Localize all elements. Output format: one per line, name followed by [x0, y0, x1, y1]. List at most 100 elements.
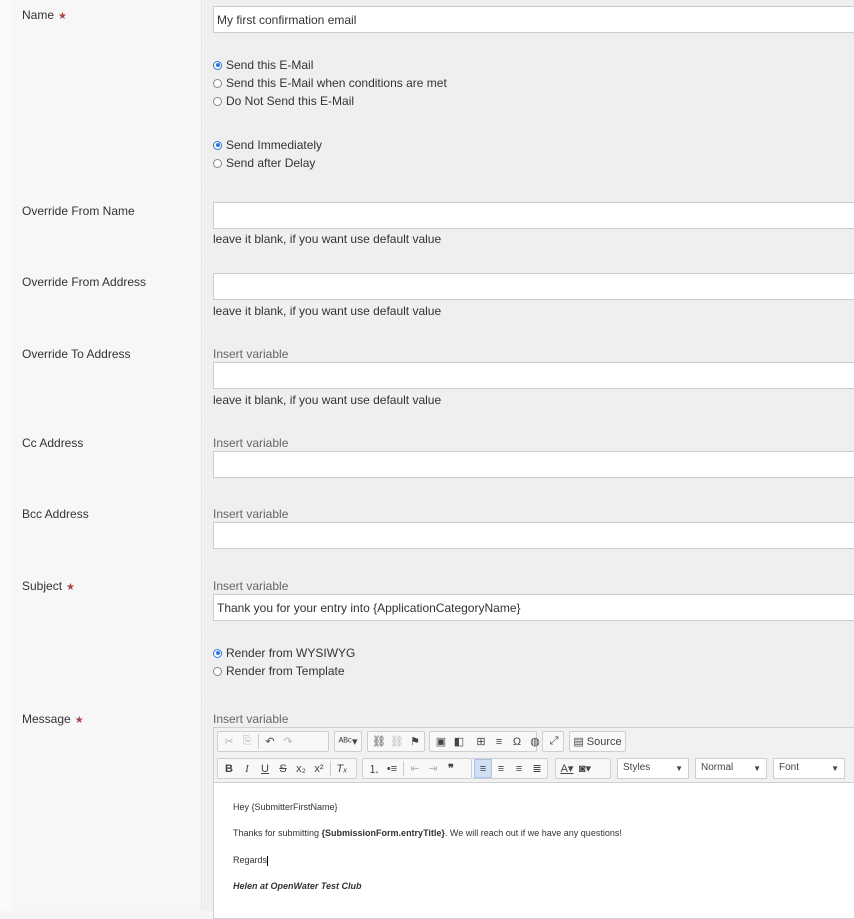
- radio-selected-icon: [213, 60, 222, 70]
- bcc-address-input[interactable]: [213, 522, 854, 549]
- indent-icon[interactable]: ⇥: [424, 759, 442, 778]
- font-dropdown[interactable]: Font ▼: [773, 758, 845, 779]
- unlink-icon[interactable]: ⛓: [388, 732, 406, 751]
- required-marker: ★: [74, 715, 84, 726]
- remove-format-icon[interactable]: Tₓ: [333, 759, 351, 778]
- source-button[interactable]: ▤ Source: [572, 732, 623, 751]
- from-address-label: Override From Address: [12, 260, 202, 332]
- wysiwyg-editor: ✂ ⎘ ↶ ↷ ᴬᴮᶜ▾ ⛓ ⛓ ⚑ ▣ ◧ ⊞ ≡ Ω ◍ ⤢ ▤ Sourc…: [213, 727, 854, 919]
- radio-render-template[interactable]: Render from Template: [213, 664, 345, 678]
- bulleted-list-icon[interactable]: •≡: [383, 759, 401, 778]
- align-center-icon[interactable]: ≡: [492, 759, 510, 778]
- radio-send-conditional[interactable]: Send this E-Mail when conditions are met: [213, 76, 447, 90]
- radio-icon: [213, 96, 222, 106]
- row-subject: Subject ★ Insert variable: [12, 564, 854, 635]
- superscript-icon[interactable]: x²: [310, 759, 328, 778]
- subject-input[interactable]: [213, 594, 854, 621]
- spellcheck-group: ᴬᴮᶜ▾: [334, 731, 362, 752]
- maximize-group: ⤢: [542, 731, 564, 752]
- from-address-input[interactable]: [213, 273, 854, 300]
- align-left-icon[interactable]: ≡: [474, 759, 492, 778]
- align-right-icon[interactable]: ≡: [510, 759, 528, 778]
- to-address-input[interactable]: [213, 362, 854, 389]
- insert-variable-link[interactable]: Insert variable: [213, 579, 288, 593]
- radio-send-email[interactable]: Send this E-Mail: [213, 58, 313, 72]
- maximize-icon[interactable]: ⤢: [545, 732, 563, 751]
- source-icon: ▤: [573, 736, 584, 748]
- radio-send-after-delay[interactable]: Send after Delay: [213, 156, 315, 170]
- insert-variable-link[interactable]: Insert variable: [213, 712, 288, 726]
- radio-icon: [213, 158, 222, 168]
- from-name-help: leave it blank, if you want use default …: [213, 232, 442, 246]
- to-address-help: leave it blank, if you want use default …: [213, 393, 442, 407]
- signature-line: Helen at OpenWater Test Club: [233, 881, 362, 891]
- link-group: ⛓ ⛓ ⚑: [367, 731, 425, 752]
- editor-content[interactable]: Hey {SubmitterFirstName} Thanks for subm…: [214, 784, 854, 918]
- radio-icon: [213, 666, 222, 676]
- color-group: A▾ ◙▾: [555, 758, 611, 779]
- to-address-label: Override To Address: [12, 332, 202, 421]
- row-timing: Send Immediately Send after Delay: [12, 126, 854, 190]
- anchor-flag-icon[interactable]: ⚑: [406, 732, 424, 751]
- subscript-icon[interactable]: x₂: [292, 759, 310, 778]
- radio-render-wysiwyg[interactable]: Render from WYSIWYG: [213, 646, 355, 660]
- render-mode-label: [12, 634, 202, 697]
- table-icon[interactable]: ⊞: [472, 732, 490, 751]
- chevron-down-icon: ▼: [675, 764, 683, 773]
- undo-icon[interactable]: ↶: [261, 732, 279, 751]
- radio-do-not-send[interactable]: Do Not Send this E-Mail: [213, 94, 354, 108]
- required-marker: ★: [66, 582, 75, 593]
- send-mode-label: [12, 46, 202, 126]
- from-name-label: Override From Name: [12, 189, 202, 260]
- row-render-mode: Render from WYSIWYG Render from Template: [12, 634, 854, 698]
- cc-address-input[interactable]: [213, 451, 854, 478]
- format-dropdown[interactable]: Normal ▼: [695, 758, 767, 779]
- underline-icon[interactable]: U: [256, 759, 274, 778]
- strike-icon[interactable]: S: [274, 759, 292, 778]
- horizontal-rule-icon[interactable]: ≡: [490, 732, 508, 751]
- styles-dropdown[interactable]: Styles ▼: [617, 758, 689, 779]
- background-color-icon[interactable]: ◙▾: [576, 759, 594, 778]
- message-label: Message: [22, 712, 71, 726]
- blockquote-icon[interactable]: ❞: [442, 759, 460, 778]
- bold-icon[interactable]: B: [220, 759, 238, 778]
- greeting-line: Hey {SubmitterFirstName}: [233, 802, 338, 812]
- chevron-down-icon: ▼: [753, 764, 761, 773]
- from-address-help: leave it blank, if you want use default …: [213, 304, 442, 318]
- special-char-icon[interactable]: Ω: [508, 732, 526, 751]
- subject-label: Subject: [22, 579, 63, 593]
- justify-icon[interactable]: ≣: [528, 759, 546, 778]
- redo-icon[interactable]: ↷: [279, 732, 297, 751]
- row-send-mode: Send this E-Mail Send this E-Mail when c…: [12, 46, 854, 127]
- timing-label: [12, 126, 202, 189]
- insert-variable-link[interactable]: Insert variable: [213, 347, 288, 361]
- row-cc-address: Cc Address Insert variable: [12, 421, 854, 493]
- regards-line: Regards: [233, 855, 269, 866]
- copy-icon[interactable]: ⎘: [238, 732, 256, 751]
- from-name-input[interactable]: [213, 202, 854, 229]
- text-color-icon[interactable]: A▾: [558, 759, 576, 778]
- subject-label-cell: Subject ★: [12, 564, 202, 634]
- name-input[interactable]: [213, 6, 854, 33]
- message-label-cell: Message ★: [12, 697, 202, 911]
- row-from-name: Override From Name leave it blank, if yo…: [12, 189, 854, 261]
- radio-send-immediately[interactable]: Send Immediately: [213, 138, 322, 152]
- entry-title-variable: {SubmissionForm.entryTitle}: [321, 828, 445, 838]
- italic-icon[interactable]: I: [238, 759, 256, 778]
- basic-styles-group: B I U S x₂ x² Tₓ: [217, 758, 357, 779]
- row-name: Name ★: [12, 0, 854, 47]
- cut-icon[interactable]: ✂: [220, 732, 238, 751]
- outdent-icon[interactable]: ⇤: [406, 759, 424, 778]
- radio-icon: [213, 78, 222, 88]
- body-line: Thanks for submitting {SubmissionForm.en…: [233, 828, 622, 838]
- numbered-list-icon[interactable]: ⒈: [365, 759, 383, 778]
- row-message: Message ★ Insert variable ✂ ⎘ ↶ ↷ ᴬᴮᶜ▾ ⛓…: [12, 697, 854, 919]
- insert-variable-link[interactable]: Insert variable: [213, 507, 288, 521]
- text-caret: [267, 855, 269, 866]
- image-icon[interactable]: ▣: [432, 732, 450, 751]
- flash-icon[interactable]: ◧: [450, 732, 468, 751]
- editor-toolbar-row-1: ✂ ⎘ ↶ ↷ ᴬᴮᶜ▾ ⛓ ⛓ ⚑ ▣ ◧ ⊞ ≡ Ω ◍ ⤢ ▤ Sourc…: [214, 728, 854, 755]
- spellcheck-icon[interactable]: ᴬᴮᶜ▾: [337, 732, 359, 751]
- link-icon[interactable]: ⛓: [370, 732, 388, 751]
- insert-variable-link[interactable]: Insert variable: [213, 436, 288, 450]
